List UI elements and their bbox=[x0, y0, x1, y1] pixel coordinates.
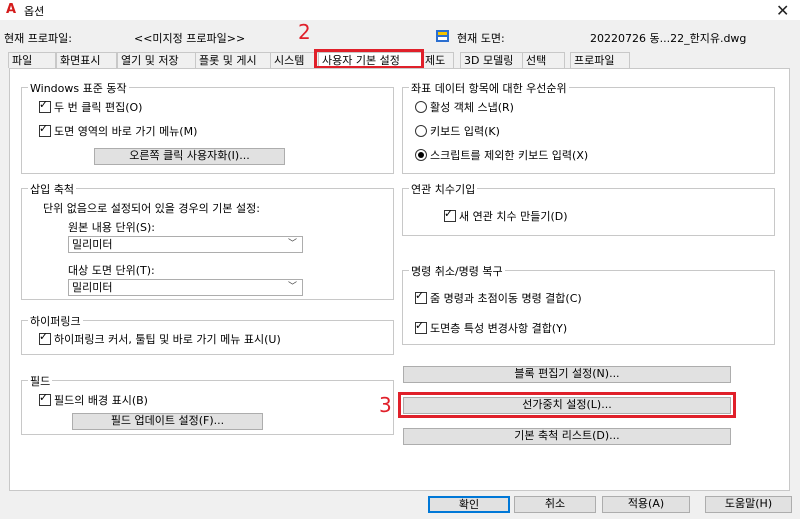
fields-title: 필드 bbox=[28, 373, 53, 389]
hyperlink-display-label: 하이퍼링크 커서, 툴팁 및 바로 가기 메뉴 표시(U) bbox=[54, 333, 281, 346]
annotation-2: 2 bbox=[298, 20, 311, 44]
associative-dimension-title: 연관 치수기입 bbox=[409, 181, 478, 197]
combine-zoom-pan-label: 줌 명령과 초점이동 명령 결합(C) bbox=[430, 292, 582, 305]
shortcut-menu-checkbox[interactable]: ✓ 도면 영역의 바로 가기 메뉴(M) bbox=[39, 122, 198, 139]
hyperlink-display-checkbox[interactable]: ✓ 하이퍼링크 커서, 툴팁 및 바로 가기 메뉴 표시(U) bbox=[39, 330, 281, 347]
tab-open-save[interactable]: 열기 및 저장 bbox=[117, 52, 196, 68]
annotation-3: 3 bbox=[379, 393, 392, 417]
double-click-edit-label: 두 번 클릭 편집(O) bbox=[54, 101, 143, 114]
chevron-down-icon: ﹀ bbox=[287, 282, 297, 292]
current-drawing-label: 현재 도면: bbox=[457, 32, 505, 45]
fields-group: 필드 ✓ 필드의 배경 표시(B) 필드 업데이트 설정(F)... bbox=[21, 373, 394, 435]
check-icon: ✓ bbox=[39, 98, 49, 111]
windows-standard-group: Windows 표준 동작 ✓ 두 번 클릭 편집(O) ✓ 도면 영역의 바로… bbox=[21, 80, 394, 174]
check-icon: ✓ bbox=[39, 330, 49, 343]
current-drawing-value: 20220726 동...22_한지유.dwg bbox=[590, 32, 747, 45]
current-profile-label: 현재 프로파일: bbox=[4, 32, 72, 45]
right-click-customization-button[interactable]: 오른쪽 클릭 사용자화(I)... bbox=[94, 148, 285, 165]
highlight-box-2 bbox=[314, 49, 424, 69]
ok-button[interactable]: 확인 bbox=[428, 496, 510, 513]
tab-3d-modeling[interactable]: 3D 모델링 bbox=[460, 52, 523, 68]
check-icon: ✓ bbox=[444, 207, 454, 220]
target-units-value: 밀리미터 bbox=[72, 281, 113, 294]
windows-standard-title: Windows 표준 동작 bbox=[28, 80, 129, 96]
current-profile-value: <<미지정 프로파일>> bbox=[134, 32, 246, 45]
keyboard-entry-label: 키보드 입력(K) bbox=[430, 125, 500, 138]
combine-zoom-pan-checkbox[interactable]: ✓ 줌 명령과 초점이동 명령 결합(C) bbox=[415, 289, 582, 306]
field-update-settings-button[interactable]: 필드 업데이트 설정(F)... bbox=[72, 413, 263, 430]
cancel-button[interactable]: 취소 bbox=[514, 496, 596, 513]
check-icon: ✓ bbox=[39, 391, 49, 404]
shortcut-menu-label: 도면 영역의 바로 가기 메뉴(M) bbox=[54, 125, 198, 138]
default-scale-list-button[interactable]: 기본 축척 리스트(D)... bbox=[403, 428, 731, 445]
tab-system[interactable]: 시스템 bbox=[270, 52, 320, 68]
field-background-checkbox[interactable]: ✓ 필드의 배경 표시(B) bbox=[39, 391, 148, 408]
block-editor-settings-button[interactable]: 블록 편집기 설정(N)... bbox=[403, 366, 731, 383]
field-background-label: 필드의 배경 표시(B) bbox=[54, 394, 148, 407]
coordinate-priority-group: 좌표 데이터 항목에 대한 우선순위 활성 객체 스냅(R) 키보드 입력(K)… bbox=[402, 80, 775, 174]
double-click-edit-checkbox[interactable]: ✓ 두 번 클릭 편집(O) bbox=[39, 98, 143, 115]
undo-redo-title: 명령 취소/명령 복구 bbox=[409, 263, 505, 279]
target-units-label: 대상 도면 단위(T): bbox=[68, 264, 155, 277]
check-icon: ✓ bbox=[415, 289, 425, 302]
keyboard-except-scripts-label: 스크립트를 제외한 키보드 입력(X) bbox=[430, 149, 589, 162]
running-osnap-label: 활성 객체 스냅(R) bbox=[430, 101, 514, 114]
insertion-scale-desc: 단위 없음으로 설정되어 있을 경우의 기본 설정: bbox=[43, 202, 260, 215]
associative-dimension-group: 연관 치수기입 ✓ 새 연관 치수 만들기(D) bbox=[402, 181, 775, 236]
undo-redo-group: 명령 취소/명령 복구 ✓ 줌 명령과 초점이동 명령 결합(C) ✓ 도면층 … bbox=[402, 263, 775, 345]
tab-selection[interactable]: 선택 bbox=[522, 52, 565, 68]
options-panel: Windows 표준 동작 ✓ 두 번 클릭 편집(O) ✓ 도면 영역의 바로… bbox=[9, 68, 790, 491]
autocad-logo-icon: A bbox=[6, 2, 17, 17]
hyperlink-group: 하이퍼링크 ✓ 하이퍼링크 커서, 툴팁 및 바로 가기 메뉴 표시(U) bbox=[21, 313, 394, 355]
drawing-icon bbox=[436, 30, 449, 42]
tab-display[interactable]: 화면표시 bbox=[56, 52, 117, 68]
tab-files[interactable]: 파일 bbox=[8, 52, 56, 68]
keyboard-entry-radio[interactable]: 키보드 입력(K) bbox=[415, 123, 500, 139]
check-icon: ✓ bbox=[415, 319, 425, 332]
source-units-label: 원본 내용 단위(S): bbox=[68, 221, 155, 234]
running-osnap-radio[interactable]: 활성 객체 스냅(R) bbox=[415, 99, 514, 115]
insertion-scale-group: 삽입 축척 단위 없음으로 설정되어 있을 경우의 기본 설정: 원본 내용 단… bbox=[21, 181, 394, 300]
combine-layer-changes-label: 도면층 특성 변경사항 결합(Y) bbox=[430, 322, 568, 335]
keyboard-except-scripts-radio[interactable]: 스크립트를 제외한 키보드 입력(X) bbox=[415, 147, 588, 163]
coordinate-priority-title: 좌표 데이터 항목에 대한 우선순위 bbox=[409, 80, 569, 96]
new-associative-dimension-checkbox[interactable]: ✓ 새 연관 치수 만들기(D) bbox=[444, 207, 568, 224]
hyperlink-title: 하이퍼링크 bbox=[28, 313, 83, 329]
highlight-box-3 bbox=[398, 392, 736, 418]
close-icon[interactable]: ✕ bbox=[776, 1, 789, 20]
check-icon: ✓ bbox=[39, 122, 49, 135]
target-units-select[interactable]: 밀리미터 ﹀ bbox=[68, 279, 303, 296]
help-button[interactable]: 도움말(H) bbox=[705, 496, 792, 513]
source-units-select[interactable]: 밀리미터 ﹀ bbox=[68, 236, 303, 253]
source-units-value: 밀리미터 bbox=[72, 238, 113, 251]
title-bar: A 옵션 ✕ bbox=[0, 0, 800, 20]
apply-button[interactable]: 적용(A) bbox=[602, 496, 690, 513]
insertion-scale-title: 삽입 축척 bbox=[28, 181, 76, 197]
new-associative-dimension-label: 새 연관 치수 만들기(D) bbox=[459, 210, 568, 223]
tab-plot-publish[interactable]: 플롯 및 게시 bbox=[195, 52, 271, 68]
tab-profiles[interactable]: 프로파일 bbox=[570, 52, 630, 68]
tab-drafting[interactable]: 제도 bbox=[421, 52, 454, 68]
window-title: 옵션 bbox=[24, 5, 45, 18]
chevron-down-icon: ﹀ bbox=[287, 239, 297, 249]
combine-layer-changes-checkbox[interactable]: ✓ 도면층 특성 변경사항 결합(Y) bbox=[415, 319, 568, 336]
